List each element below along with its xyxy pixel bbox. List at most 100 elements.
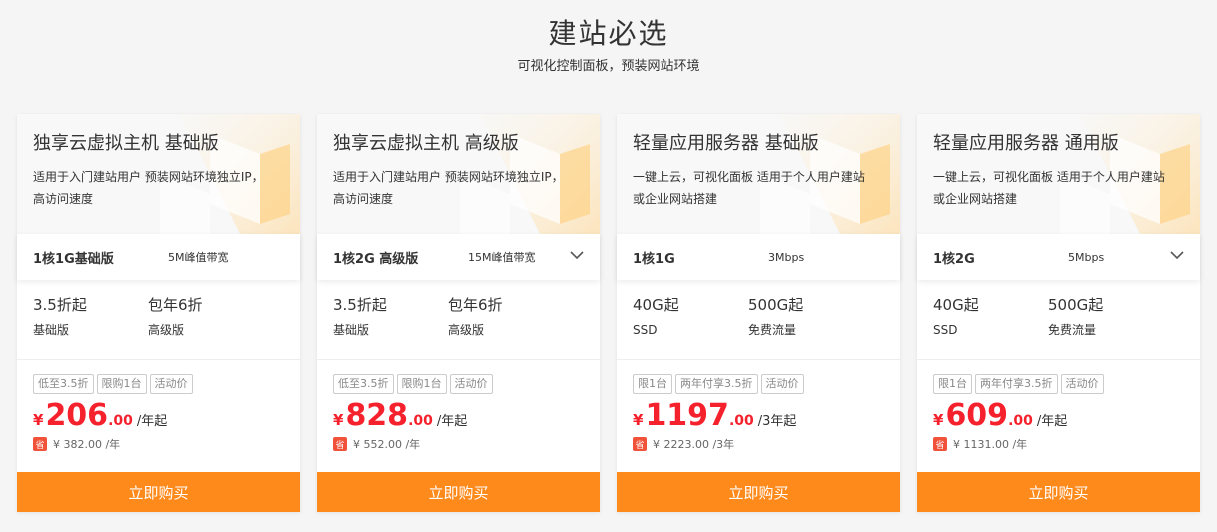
- product-card: 独享云虚拟主机 基础版 适用于入门建站用户 预装网站环境独立IP，高访问速度 1…: [17, 114, 300, 512]
- card-title: 轻量应用服务器 通用版: [933, 133, 1119, 154]
- feature-label: 高级版: [148, 323, 185, 337]
- price-decimal: .00: [408, 413, 433, 429]
- card-title: 独享云虚拟主机 高级版: [333, 133, 519, 154]
- card-title: 轻量应用服务器 基础版: [633, 133, 819, 154]
- discount-icon: 省: [633, 437, 647, 451]
- original-price: 省 ¥ 2223.00 /3年: [617, 434, 900, 452]
- spec-name: 1核2G 高级版: [333, 251, 419, 267]
- feature-item: 3.5折起 基础版: [333, 294, 448, 359]
- price-unit: /年起: [436, 414, 468, 429]
- promo-tag: 活动价: [1060, 374, 1104, 394]
- price-currency: ¥: [933, 411, 944, 429]
- promo-tag: 低至3.5折: [33, 374, 94, 394]
- promo-tag: 低至3.5折: [333, 374, 394, 394]
- feature-list: 40G起 SSD 500G起 免费流量: [617, 280, 900, 360]
- feature-item: 40G起 SSD: [633, 294, 748, 359]
- product-card: 轻量应用服务器 通用版 一键上云，可视化面板 适用于个人用户建站或企业网站搭建 …: [917, 114, 1200, 512]
- price-decimal: .00: [108, 413, 133, 429]
- spec-bandwidth: 5Mbps: [1068, 250, 1105, 264]
- section-header: 建站必选 可视化控制面板，预装网站环境: [0, 0, 1217, 76]
- buy-now-button[interactable]: 立即购买: [17, 472, 300, 512]
- spec-selector: 1核1G 3Mbps: [617, 234, 900, 280]
- spec-name: 1核1G基础版: [33, 251, 114, 267]
- feature-item: 3.5折起 基础版: [33, 294, 148, 359]
- promo-tag: 限1台: [633, 374, 672, 394]
- card-title: 独享云虚拟主机 基础版: [33, 133, 219, 154]
- feature-label: 基础版: [333, 323, 370, 337]
- feature-label: 基础版: [33, 323, 70, 337]
- feature-value: 40G起: [633, 296, 679, 314]
- feature-value: 500G起: [1048, 296, 1104, 314]
- original-price: 省 ¥ 382.00 /年: [17, 434, 300, 452]
- feature-item: 500G起 免费流量: [1048, 294, 1163, 359]
- buy-now-button[interactable]: 立即购买: [617, 472, 900, 512]
- price-amount: 609: [945, 398, 1009, 433]
- spec-selector[interactable]: 1核2G 高级版 15M峰值带宽: [317, 234, 600, 280]
- buy-now-button[interactable]: 立即购买: [317, 472, 600, 512]
- original-price-text: ¥ 552.00 /年: [353, 438, 421, 451]
- price-currency: ¥: [33, 411, 44, 429]
- feature-value: 40G起: [933, 296, 979, 314]
- feature-label: 免费流量: [1048, 323, 1097, 337]
- chevron-down-icon[interactable]: [570, 250, 584, 260]
- card-description: 一键上云，可视化面板 适用于个人用户建站或企业网站搭建: [633, 170, 865, 206]
- buy-now-button[interactable]: 立即购买: [917, 472, 1200, 512]
- card-header: 轻量应用服务器 基础版 一键上云，可视化面板 适用于个人用户建站或企业网站搭建: [617, 114, 900, 234]
- product-card: 独享云虚拟主机 高级版 适用于入门建站用户 预装网站环境独立IP，高访问速度 1…: [317, 114, 600, 512]
- card-header: 独享云虚拟主机 高级版 适用于入门建站用户 预装网站环境独立IP，高访问速度: [317, 114, 600, 234]
- price-currency: ¥: [633, 411, 644, 429]
- price: ¥ 828 .00 /年起: [317, 394, 600, 434]
- price-amount: 206: [45, 398, 109, 433]
- feature-item: 40G起 SSD: [933, 294, 1048, 359]
- section-subtitle: 可视化控制面板，预装网站环境: [517, 59, 700, 74]
- price-unit: /年起: [136, 414, 168, 429]
- card-description: 适用于入门建站用户 预装网站环境独立IP，高访问速度: [333, 170, 564, 206]
- feature-item: 包年6折 高级版: [148, 294, 263, 359]
- spec-bandwidth: 3Mbps: [768, 250, 805, 264]
- original-price-text: ¥ 2223.00 /3年: [653, 438, 735, 451]
- price-decimal: .00: [1008, 413, 1033, 429]
- original-price: 省 ¥ 552.00 /年: [317, 434, 600, 452]
- promo-tags: 限1台 两年付享3.5折 活动价: [617, 360, 900, 394]
- spec-selector: 1核1G基础版 5M峰值带宽: [17, 234, 300, 280]
- chevron-down-icon[interactable]: [1170, 250, 1184, 260]
- price-unit: /年起: [1036, 414, 1068, 429]
- promo-tag: 活动价: [760, 374, 804, 394]
- promo-tags: 低至3.5折 限购1台 活动价: [17, 360, 300, 394]
- feature-label: SSD: [633, 323, 658, 337]
- promo-tags: 限1台 两年付享3.5折 活动价: [917, 360, 1200, 394]
- spec-name: 1核1G: [633, 251, 675, 267]
- feature-value: 包年6折: [448, 296, 503, 314]
- card-header: 轻量应用服务器 通用版 一键上云，可视化面板 适用于个人用户建站或企业网站搭建: [917, 114, 1200, 234]
- feature-list: 3.5折起 基础版 包年6折 高级版: [17, 280, 300, 360]
- feature-item: 包年6折 高级版: [448, 294, 563, 359]
- product-card-list: 独享云虚拟主机 基础版 适用于入门建站用户 预装网站环境独立IP，高访问速度 1…: [17, 114, 1200, 512]
- promo-tag: 限1台: [933, 374, 972, 394]
- price-decimal: .00: [728, 413, 754, 429]
- price-amount: 1197: [645, 398, 729, 433]
- promo-tag: 两年付享3.5折: [975, 374, 1058, 394]
- original-price-text: ¥ 382.00 /年: [53, 438, 121, 451]
- original-price-text: ¥ 1131.00 /年: [953, 438, 1028, 451]
- spec-bandwidth: 5M峰值带宽: [168, 251, 229, 264]
- feature-value: 3.5折起: [33, 296, 87, 314]
- price: ¥ 206 .00 /年起: [17, 394, 300, 434]
- promo-tag: 活动价: [449, 374, 493, 394]
- price-unit: /3年起: [757, 414, 797, 429]
- feature-list: 40G起 SSD 500G起 免费流量: [917, 280, 1200, 360]
- spec-selector[interactable]: 1核2G 5Mbps: [917, 234, 1200, 280]
- spec-bandwidth: 15M峰值带宽: [468, 251, 536, 264]
- product-card: 轻量应用服务器 基础版 一键上云，可视化面板 适用于个人用户建站或企业网站搭建 …: [617, 114, 900, 512]
- feature-value: 3.5折起: [333, 296, 387, 314]
- card-description: 一键上云，可视化面板 适用于个人用户建站或企业网站搭建: [933, 170, 1165, 206]
- section-title: 建站必选: [548, 17, 669, 50]
- discount-icon: 省: [933, 437, 947, 451]
- card-description: 适用于入门建站用户 预装网站环境独立IP，高访问速度: [33, 170, 264, 206]
- feature-label: 高级版: [448, 323, 485, 337]
- card-header: 独享云虚拟主机 基础版 适用于入门建站用户 预装网站环境独立IP，高访问速度: [17, 114, 300, 234]
- feature-item: 500G起 免费流量: [748, 294, 863, 359]
- discount-icon: 省: [33, 437, 47, 451]
- feature-label: SSD: [933, 323, 958, 337]
- promo-tag: 活动价: [149, 374, 193, 394]
- price-currency: ¥: [333, 411, 344, 429]
